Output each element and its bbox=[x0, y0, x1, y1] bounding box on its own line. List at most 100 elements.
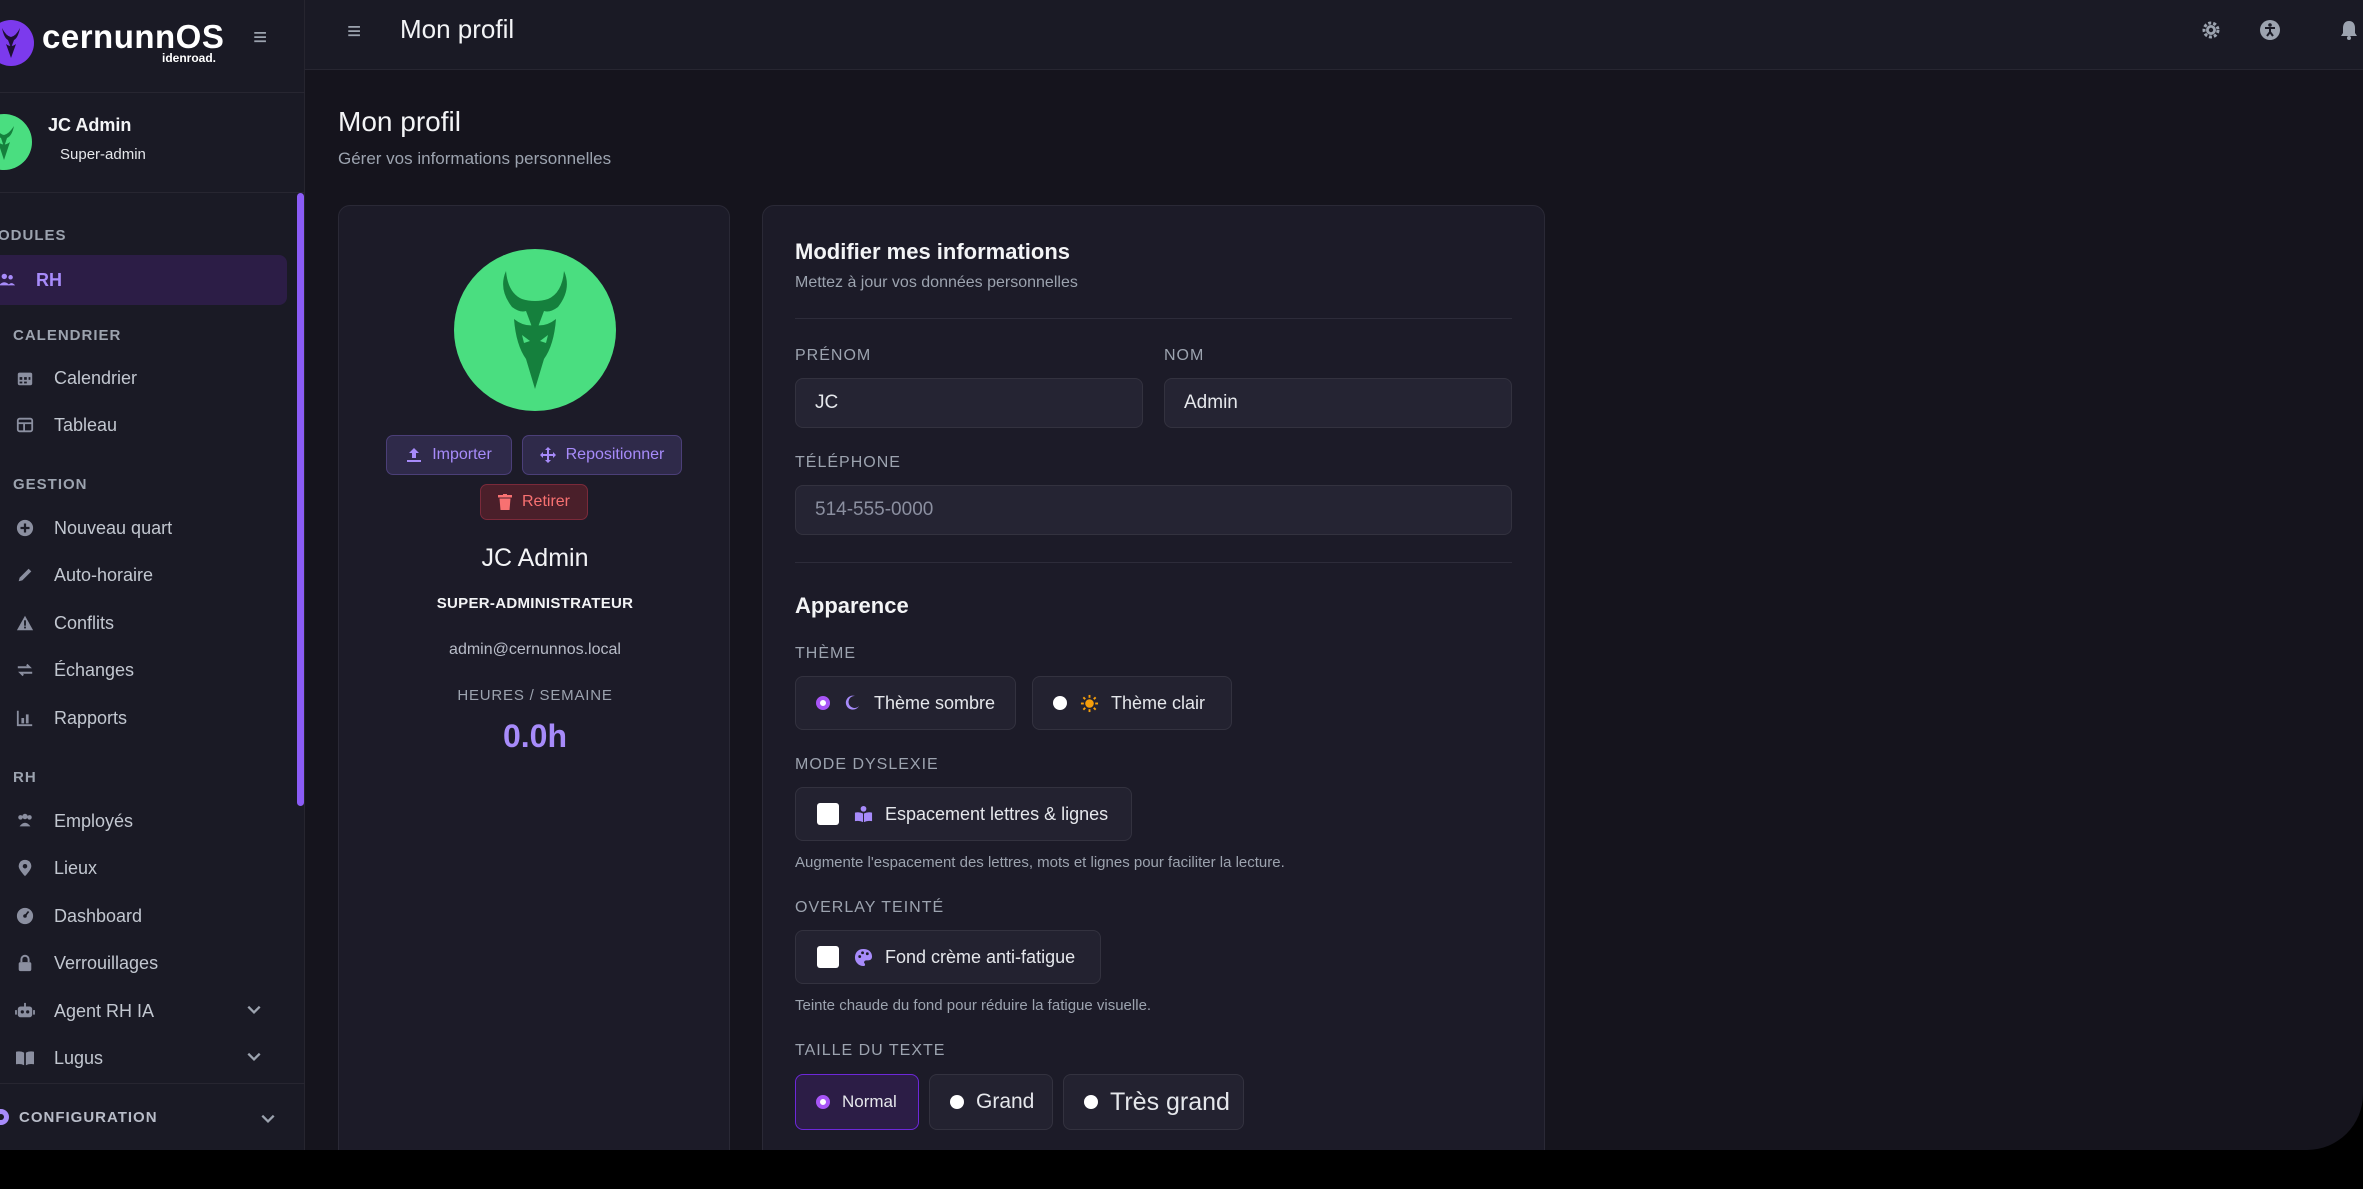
overlay-checkbox[interactable] bbox=[817, 946, 839, 968]
profile-role: SUPER-ADMINISTRATEUR bbox=[436, 595, 634, 612]
calendar-icon bbox=[14, 367, 36, 389]
sidebar-item-echanges[interactable]: Échanges bbox=[0, 648, 290, 692]
sidebar-item-label: Calendrier bbox=[54, 367, 138, 388]
dyslexia-hint: Augmente l'espacement des lettres, mots … bbox=[795, 854, 1285, 871]
dyslexia-checkbox[interactable] bbox=[817, 803, 839, 825]
nav-section-modules: ODULES bbox=[0, 227, 67, 244]
import-label: Importer bbox=[432, 446, 492, 463]
user-summary[interactable]: JC Admin Super-admin bbox=[0, 93, 305, 193]
profile-name: JC Admin bbox=[481, 544, 589, 572]
sidebar-item-label: Tableau bbox=[54, 414, 118, 435]
form-subtitle: Mettez à jour vos données personnelles bbox=[795, 274, 1078, 291]
plus-circle-icon bbox=[14, 517, 36, 539]
sidebar-item-rh-module[interactable]: RH bbox=[0, 255, 287, 305]
telephone-label: TÉLÉPHONE bbox=[795, 454, 901, 471]
sidebar-item-configuration[interactable]: CONFIGURATION bbox=[0, 1083, 305, 1150]
move-arrows-icon bbox=[539, 447, 556, 463]
theme-light-radio[interactable] bbox=[1053, 696, 1067, 710]
brand-subtitle: idenroad. bbox=[162, 51, 217, 65]
sidebar-item-employes[interactable]: Employés bbox=[0, 799, 290, 843]
sun-icon bbox=[1079, 693, 1099, 713]
table-icon bbox=[14, 414, 36, 436]
sidebar-item-dashboard[interactable]: Dashboard bbox=[0, 894, 290, 938]
text-size-tres-grand-radio[interactable] bbox=[1084, 1095, 1098, 1109]
sidebar-item-label: Conflits bbox=[54, 612, 115, 633]
trash-icon bbox=[497, 494, 512, 510]
overlay-option-label: Fond crème anti-fatigue bbox=[885, 946, 1076, 967]
remove-label: Retirer bbox=[521, 493, 570, 510]
nom-label: NOM bbox=[1164, 347, 1205, 364]
upload-icon bbox=[407, 448, 422, 462]
nav-section-rh: RH bbox=[13, 769, 37, 786]
text-size-label: TAILLE DU TEXTE bbox=[795, 1042, 946, 1059]
sidebar-item-rapports[interactable]: Rapports bbox=[0, 696, 290, 740]
sidebar-item-lieux[interactable]: Lieux bbox=[0, 846, 290, 890]
profile-email: admin@cernunnos.local bbox=[449, 641, 621, 658]
gauge-icon bbox=[14, 905, 36, 927]
topbar-title: Mon profil bbox=[400, 14, 515, 44]
theme-dark-option[interactable]: Thème sombre bbox=[795, 676, 1016, 730]
settings-gear-icon[interactable] bbox=[2199, 18, 2223, 42]
reading-person-icon bbox=[853, 804, 873, 824]
text-size-grand-label: Grand bbox=[976, 1090, 1035, 1113]
telephone-input[interactable]: 514-555-0000 bbox=[795, 485, 1512, 535]
hours-per-week-value: 0.0h bbox=[502, 718, 568, 754]
brand-header: cernunnOS idenroad. ≡ bbox=[0, 0, 305, 93]
appearance-title: Apparence bbox=[795, 593, 909, 618]
nom-input[interactable]: Admin bbox=[1164, 378, 1512, 428]
gear-icon bbox=[0, 1109, 9, 1125]
sidebar-item-calendrier[interactable]: Calendrier bbox=[0, 356, 290, 400]
page-subtitle: Gérer vos informations personnelles bbox=[338, 149, 612, 168]
text-size-grand-radio[interactable] bbox=[950, 1095, 964, 1109]
prenom-input[interactable]: JC bbox=[795, 378, 1143, 428]
app-window: cernunnOS idenroad. ≡ JC Admin Super-adm… bbox=[0, 0, 2363, 1150]
sidebar-item-conflits[interactable]: Conflits bbox=[0, 601, 290, 645]
warning-icon bbox=[14, 612, 36, 634]
sidebar-scrollbar[interactable] bbox=[297, 193, 304, 806]
text-size-grand-option[interactable]: Grand bbox=[929, 1074, 1053, 1130]
edit-info-card: Modifier mes informations Mettez à jour … bbox=[762, 205, 1545, 1150]
text-size-normal-radio[interactable] bbox=[816, 1095, 830, 1109]
sidebar-item-label: Lugus bbox=[54, 1047, 104, 1068]
sidebar-nav: ODULES RH CALENDRIER Calendrier Tableau bbox=[0, 193, 296, 1083]
robot-icon bbox=[14, 1000, 36, 1022]
text-size-tres-grand-option[interactable]: Très grand bbox=[1063, 1074, 1244, 1130]
lock-icon bbox=[14, 952, 36, 974]
nav-section-gestion: GESTION bbox=[13, 476, 88, 493]
chevron-down-icon bbox=[261, 1114, 275, 1124]
import-photo-button[interactable]: Importer bbox=[386, 435, 512, 475]
book-open-icon bbox=[14, 1047, 36, 1069]
configuration-label: CONFIGURATION bbox=[19, 1109, 158, 1126]
top-bar: ≡ Mon profil bbox=[305, 0, 2363, 70]
sidebar-item-nouveau-quart[interactable]: Nouveau quart bbox=[0, 506, 290, 550]
sidebar-item-lugus[interactable]: Lugus bbox=[0, 1036, 290, 1080]
sidebar-item-label: Employés bbox=[54, 810, 134, 831]
sidebar-item-verrouillages[interactable]: Verrouillages bbox=[0, 941, 290, 985]
prenom-label: PRÉNOM bbox=[795, 347, 872, 364]
sidebar-item-auto-horaire[interactable]: Auto-horaire bbox=[0, 553, 290, 597]
sidebar-item-label: Dashboard bbox=[54, 905, 143, 926]
overlay-option[interactable]: Fond crème anti-fatigue bbox=[795, 930, 1101, 984]
theme-label: THÈME bbox=[795, 645, 856, 662]
cernunnos-mask-icon bbox=[0, 126, 14, 160]
bell-icon[interactable] bbox=[2337, 18, 2361, 42]
dyslexia-option[interactable]: Espacement lettres & lignes bbox=[795, 787, 1132, 841]
user-name: JC Admin bbox=[48, 115, 132, 135]
accessibility-icon[interactable] bbox=[2258, 18, 2282, 42]
sidebar-item-label: Rapports bbox=[54, 707, 128, 728]
sidebar-menu-icon[interactable]: ≡ bbox=[253, 26, 275, 50]
sidebar-item-agent-rh-ia[interactable]: Agent RH IA bbox=[0, 989, 290, 1033]
menu-toggle-icon[interactable]: ≡ bbox=[347, 18, 369, 46]
theme-light-option[interactable]: Thème clair bbox=[1032, 676, 1232, 730]
pencil-icon bbox=[14, 564, 36, 586]
text-size-normal-option[interactable]: Normal bbox=[795, 1074, 919, 1130]
theme-dark-label: Thème sombre bbox=[874, 692, 996, 713]
remove-photo-button[interactable]: Retirer bbox=[480, 484, 588, 520]
sidebar: cernunnOS idenroad. ≡ JC Admin Super-adm… bbox=[0, 0, 305, 1150]
moon-icon bbox=[842, 693, 862, 713]
reposition-photo-button[interactable]: Repositionner bbox=[522, 435, 682, 475]
divider bbox=[795, 562, 1512, 563]
cernunnos-mask-icon bbox=[503, 271, 567, 389]
sidebar-item-tableau[interactable]: Tableau bbox=[0, 403, 290, 447]
theme-dark-radio[interactable] bbox=[816, 696, 830, 710]
